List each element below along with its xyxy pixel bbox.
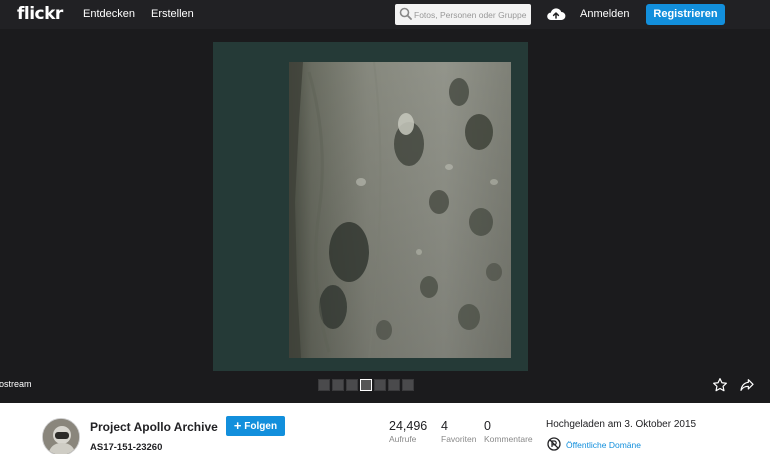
login-link[interactable]: Anmelden [580, 8, 630, 20]
license-link[interactable]: Öffentliche Domäne [566, 440, 641, 450]
star-icon[interactable] [712, 377, 728, 398]
top-nav: flickr Entdecken Erstellen Anmelden Regi… [0, 0, 770, 29]
avatar[interactable] [42, 418, 80, 454]
photo-info-bar: Project Apollo Archive AS17-151-23260 + … [0, 403, 770, 454]
search-box[interactable] [395, 4, 531, 25]
signup-button[interactable]: Registrieren [646, 4, 725, 25]
photostream-link[interactable]: ostream [0, 379, 32, 389]
filmstrip-thumb[interactable] [318, 379, 330, 391]
filmstrip-thumb[interactable] [346, 379, 358, 391]
views-stat: 24,496 Aufrufe [389, 419, 427, 444]
photo-viewer: ostream [0, 29, 770, 403]
comments-count: 0 [484, 419, 491, 433]
favs-label: Favoriten [441, 434, 477, 444]
public-domain-icon [547, 437, 561, 454]
plus-icon: + [233, 418, 242, 433]
follow-label: Folgen [244, 421, 278, 432]
follow-button[interactable]: + Folgen [226, 416, 285, 436]
filmstrip-thumb[interactable] [374, 379, 386, 391]
filmstrip-thumb[interactable] [402, 379, 414, 391]
share-arrow-icon[interactable] [739, 377, 755, 398]
nav-explore[interactable]: Entdecken [83, 8, 135, 20]
upload-date: Hochgeladen am 3. Oktober 2015 [546, 419, 697, 430]
photo-title: AS17-151-23260 [90, 442, 163, 453]
filmstrip-thumb[interactable] [332, 379, 344, 391]
views-label: Aufrufe [389, 434, 417, 444]
nav-create[interactable]: Erstellen [151, 8, 194, 20]
favs-stat: 4 Favoriten [441, 419, 476, 444]
comments-stat: 0 Kommentare [484, 419, 533, 444]
views-count: 24,496 [389, 419, 428, 433]
photo[interactable] [213, 42, 528, 371]
flickr-logo[interactable]: flickr [17, 4, 63, 24]
cloud-upload-icon[interactable] [546, 7, 566, 26]
comments-label: Kommentare [484, 434, 533, 444]
filmstrip-thumb[interactable] [388, 379, 400, 391]
search-icon [399, 7, 412, 25]
filmstrip [318, 379, 414, 392]
filmstrip-thumb-active[interactable] [360, 379, 372, 391]
owner-name[interactable]: Project Apollo Archive [90, 420, 218, 434]
search-input[interactable] [414, 4, 529, 25]
favs-count: 4 [441, 419, 448, 433]
lunar-surface-image [289, 62, 511, 358]
